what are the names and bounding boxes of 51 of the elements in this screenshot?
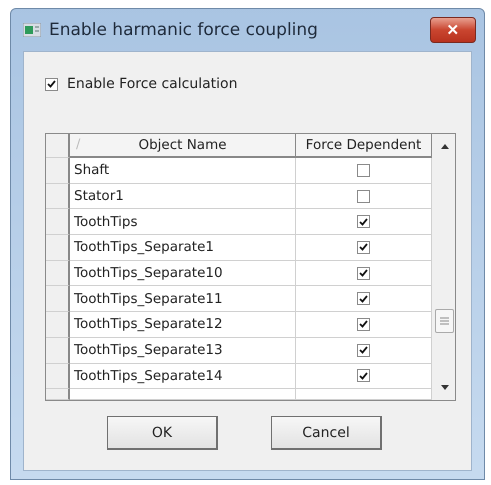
table-cell: ToothTips_Separate11 (70, 286, 296, 312)
row-header[interactable] (46, 364, 70, 390)
checkbox[interactable] (45, 78, 58, 90)
sort-mark: / (76, 137, 80, 152)
close-button[interactable]: ✕ (430, 17, 476, 43)
table-cell: ToothTips (70, 209, 296, 236)
down-arrow-icon (441, 385, 449, 390)
row-header[interactable] (46, 260, 70, 286)
check-mark-icon (359, 372, 368, 380)
window-title: Enable harmanic force coupling (49, 20, 319, 40)
row-header[interactable] (46, 209, 70, 236)
app-icon (23, 23, 41, 37)
table-cell: Shaft (70, 158, 296, 184)
check-mark-icon (359, 346, 368, 354)
check-mark-icon (359, 243, 368, 252)
grip-icon (440, 316, 449, 326)
check-mark-icon (47, 80, 56, 88)
checkbox[interactable] (357, 190, 370, 203)
table-cell: ToothTips_Separate1 (70, 235, 296, 261)
column-header[interactable]: Force Dependent (296, 134, 432, 158)
table-cell: ToothTips_Separate10 (70, 260, 296, 286)
row-header[interactable] (46, 338, 70, 364)
check-mark-icon (359, 320, 368, 328)
checkbox[interactable] (357, 318, 370, 331)
column-header[interactable]: / Object Name (70, 134, 296, 158)
checkbox[interactable] (357, 164, 370, 177)
row-header[interactable] (46, 389, 70, 400)
check-mark-icon (359, 294, 368, 303)
scrollbar[interactable] (432, 134, 455, 400)
up-arrow-icon (441, 144, 449, 149)
table-cell: ToothTips_Separate13 (70, 338, 296, 364)
row-header[interactable] (46, 184, 70, 210)
checkbox[interactable] (357, 292, 370, 306)
checkbox[interactable] (357, 266, 370, 280)
ok-button[interactable]: OK (107, 416, 218, 450)
cancel-button[interactable]: Cancel (271, 416, 382, 450)
table-cell: ToothTips_Separate12 (70, 312, 296, 338)
table-cell: Stator1 (70, 184, 296, 210)
checkbox[interactable] (357, 344, 370, 357)
row-header[interactable] (46, 235, 70, 261)
check-mark-icon (359, 269, 368, 278)
row-header[interactable] (46, 158, 70, 184)
check-mark-icon (359, 218, 368, 226)
checkbox-label: Enable Force calculation (67, 76, 238, 92)
table-cell: ToothTips_Separate14 (70, 364, 296, 390)
scroll-thumb[interactable] (435, 309, 454, 333)
checkbox[interactable] (357, 240, 370, 254)
checkbox[interactable] (357, 215, 370, 228)
checkbox[interactable] (357, 369, 370, 382)
row-header[interactable] (46, 286, 70, 312)
row-header[interactable] (46, 312, 70, 338)
